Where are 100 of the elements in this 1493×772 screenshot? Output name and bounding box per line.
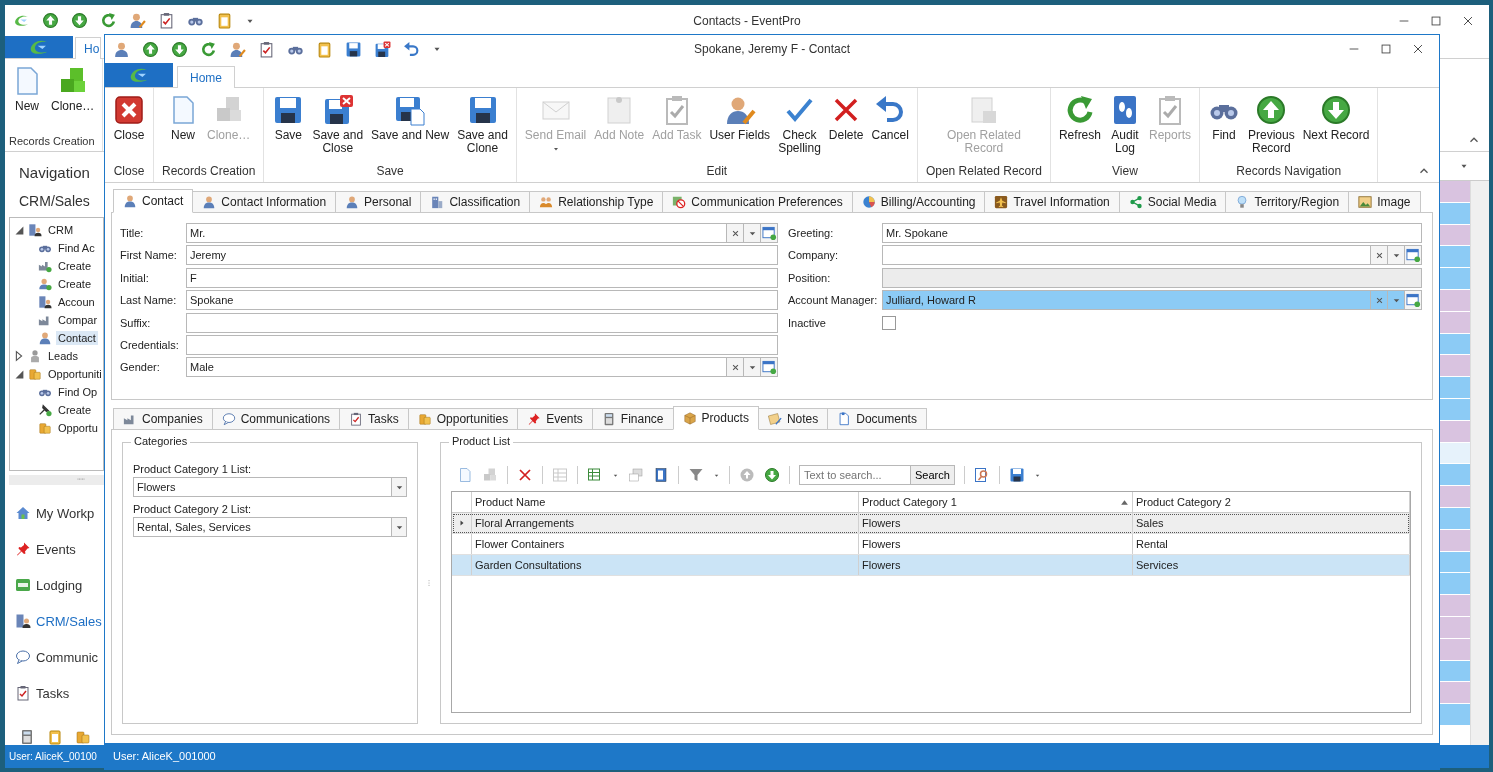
clear-button[interactable] — [1371, 245, 1388, 266]
notepad-icon[interactable] — [216, 12, 233, 29]
notepad-icon[interactable] — [47, 729, 63, 745]
maximize-icon[interactable] — [1379, 42, 1393, 56]
ribbon-button[interactable]: Save — [268, 92, 309, 164]
tree-item[interactable]: Accoun — [56, 295, 97, 309]
lookup-button[interactable] — [1405, 290, 1422, 311]
dropdown-button[interactable] — [1388, 290, 1405, 311]
tree-item[interactable]: Find Ac — [56, 241, 97, 255]
tree-item[interactable]: Opportu — [56, 421, 100, 435]
combo-box[interactable]: Male — [186, 357, 727, 378]
navigation-button[interactable]: Events — [9, 531, 82, 567]
filter-icon[interactable] — [688, 467, 704, 483]
column-header[interactable]: Product Category 2 — [1133, 492, 1410, 512]
tab[interactable]: Documents — [827, 408, 927, 430]
dropdown-field[interactable]: Rental, Sales, Services — [133, 517, 391, 537]
tab[interactable]: Contact Information — [192, 191, 337, 213]
lookup-button[interactable] — [761, 357, 778, 378]
clear-button[interactable] — [727, 357, 744, 378]
tab[interactable]: Companies — [113, 408, 213, 430]
tab[interactable]: Billing/Accounting — [851, 191, 986, 213]
search-button[interactable]: Search — [911, 465, 955, 485]
ribbon-tab[interactable]: Ho — [75, 37, 102, 59]
navigation-button[interactable]: Tasks — [9, 675, 76, 711]
ribbon-button[interactable]: New — [7, 63, 47, 135]
dropdown-button[interactable] — [391, 477, 407, 497]
tree-item[interactable]: Create — [56, 277, 94, 291]
book-icon[interactable] — [653, 467, 669, 483]
dropdown-button[interactable] — [391, 517, 407, 537]
table-row[interactable]: Floral Arrangements Flowers Sales — [452, 513, 1410, 534]
close-icon[interactable] — [1411, 42, 1425, 56]
tree-item[interactable]: CRM — [46, 223, 76, 237]
clipboard-icon[interactable] — [158, 12, 175, 29]
notepad-icon[interactable] — [316, 40, 333, 58]
clear-button[interactable] — [727, 223, 744, 243]
tab[interactable]: Relationship Type — [529, 191, 664, 213]
dropdown-button[interactable] — [744, 357, 761, 378]
tab[interactable]: Personal — [335, 191, 422, 213]
refresh-icon[interactable] — [200, 40, 217, 58]
maximize-icon[interactable] — [1429, 13, 1443, 28]
ribbon-button[interactable]: Audit Log — [1105, 92, 1145, 164]
clipboard-icon[interactable] — [258, 40, 275, 58]
combo-box[interactable]: Mr. — [186, 223, 727, 243]
application-button[interactable] — [5, 36, 73, 58]
tab[interactable]: Products — [672, 406, 759, 430]
dropdown-button[interactable] — [1388, 245, 1405, 266]
ribbon-button[interactable]: Find — [1204, 92, 1244, 164]
column-header[interactable]: Product Name — [472, 492, 859, 512]
tree-item[interactable]: Find Op — [56, 385, 100, 399]
navigation-button[interactable]: Communic — [9, 639, 105, 675]
text-field[interactable]: Jeremy — [186, 245, 778, 266]
lookup-button[interactable] — [1405, 245, 1422, 266]
text-field[interactable] — [186, 334, 778, 355]
ribbon-button[interactable]: Save and New — [367, 92, 454, 164]
person-pencil-icon[interactable] — [129, 12, 146, 29]
tree-item[interactable]: Create — [56, 403, 94, 417]
column-header[interactable]: Product Category 1 — [859, 492, 1133, 512]
tab[interactable]: Finance — [591, 408, 674, 430]
table-icon[interactable] — [587, 467, 603, 483]
search-field[interactable]: Text to search... — [799, 465, 911, 485]
navigation-button[interactable]: CRM/Sales — [9, 603, 108, 639]
tree-item[interactable]: Contact — [56, 331, 98, 345]
text-field[interactable] — [186, 312, 778, 333]
table-row[interactable]: Garden Consultations Flowers Services — [452, 555, 1410, 576]
tab[interactable]: Opportunities — [407, 408, 519, 430]
ribbon-button[interactable]: Delete — [824, 92, 868, 164]
ribbon-button[interactable]: Save and Close — [308, 92, 368, 164]
tree-item[interactable]: Create — [56, 259, 94, 273]
tab[interactable]: Communication Preferences — [662, 191, 853, 213]
person-pencil-icon[interactable] — [229, 40, 246, 58]
scrollbar[interactable] — [1470, 181, 1489, 745]
tab[interactable]: Events — [517, 408, 593, 430]
tab[interactable]: Tasks — [339, 408, 409, 430]
delete-icon[interactable] — [517, 467, 533, 483]
ribbon-button[interactable]: Check Spelling — [774, 92, 825, 164]
ribbon-button[interactable]: User Fields — [705, 92, 775, 164]
ribbon-button[interactable]: New — [163, 92, 203, 164]
ribbon-tab[interactable]: Home — [177, 66, 235, 88]
ribbon-button[interactable]: Previous Record — [1244, 92, 1299, 164]
magnifier-icon[interactable] — [973, 467, 990, 483]
tree-item[interactable]: Compar — [56, 313, 100, 327]
ribbon-button[interactable]: Refresh — [1054, 92, 1105, 164]
tab[interactable]: Image — [1348, 191, 1421, 213]
tab[interactable]: Travel Information — [984, 191, 1120, 213]
tab[interactable]: Notes — [757, 408, 829, 430]
navigation-button[interactable]: My Workp — [9, 495, 101, 531]
ribbon-button[interactable]: Next Record — [1298, 92, 1374, 164]
ribbon-button[interactable]: Save and Clone — [453, 92, 512, 164]
combo-box[interactable]: Julliard, Howard R — [882, 290, 1371, 311]
tab[interactable]: Territory/Region — [1225, 191, 1350, 213]
tree-item[interactable]: Leads — [46, 349, 80, 363]
ribbon-button[interactable]: Cancel — [867, 92, 913, 164]
text-field[interactable]: F — [186, 267, 778, 288]
tab[interactable]: Communications — [211, 408, 341, 430]
tab[interactable]: Contact — [113, 189, 194, 213]
tab[interactable]: Social Media — [1118, 191, 1227, 213]
calculator-icon[interactable] — [19, 729, 35, 745]
undo-icon[interactable] — [403, 40, 420, 58]
lookup-button[interactable] — [761, 223, 778, 243]
checkbox[interactable] — [882, 315, 896, 330]
